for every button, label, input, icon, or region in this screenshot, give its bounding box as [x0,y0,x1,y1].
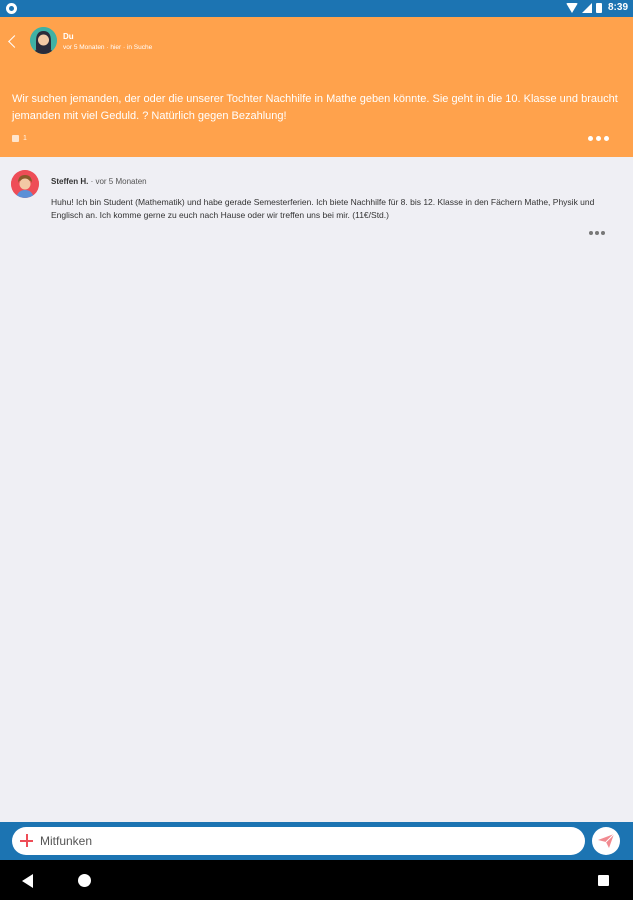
post-header: Du vor 5 Monaten · hier · in Suche Wir s… [0,17,633,157]
author-name[interactable]: Du [63,32,74,41]
comment-more-button[interactable] [589,231,605,235]
wifi-icon [565,2,578,13]
paper-plane-icon [598,834,614,848]
status-time: 8:39 [607,2,628,13]
post-more-button[interactable] [588,136,609,141]
comment-header: Steffen H. · vor 5 Monaten [51,177,147,186]
composer-bar [0,822,633,860]
thumbs-up-icon [12,135,19,142]
comment-text: Huhu! Ich bin Student (Mathematik) und h… [51,197,595,220]
send-button[interactable] [592,827,620,855]
comment-input[interactable] [40,833,570,849]
nav-recents-icon[interactable] [598,875,609,886]
composer-field [12,827,585,855]
battery-icon [595,2,602,13]
system-nav-bar [0,860,633,900]
signal-icon [581,2,592,13]
plus-icon[interactable] [20,834,33,847]
comment-time: · vor 5 Monaten [90,177,147,186]
nav-back-icon[interactable] [22,874,33,888]
nav-home-icon[interactable] [78,874,91,887]
back-arrow-icon[interactable] [2,31,22,53]
like-button[interactable]: 1 [12,135,27,142]
status-icons: 8:39 [565,2,628,13]
post-meta: vor 5 Monaten · hier · in Suche [63,44,153,51]
post-text: Wir suchen jemanden, der oder die unsere… [12,93,618,122]
author-avatar[interactable] [30,27,57,54]
more-dots-icon [588,136,593,141]
notification-icon [6,3,17,14]
like-count: 1 [23,135,27,142]
more-dots-icon [589,231,593,235]
comment-item: Steffen H. · vor 5 Monaten Huhu! Ich bin… [0,166,633,246]
status-bar: 8:39 [0,0,633,17]
commenter-avatar[interactable] [11,170,39,198]
commenter-name[interactable]: Steffen H. [51,177,88,186]
